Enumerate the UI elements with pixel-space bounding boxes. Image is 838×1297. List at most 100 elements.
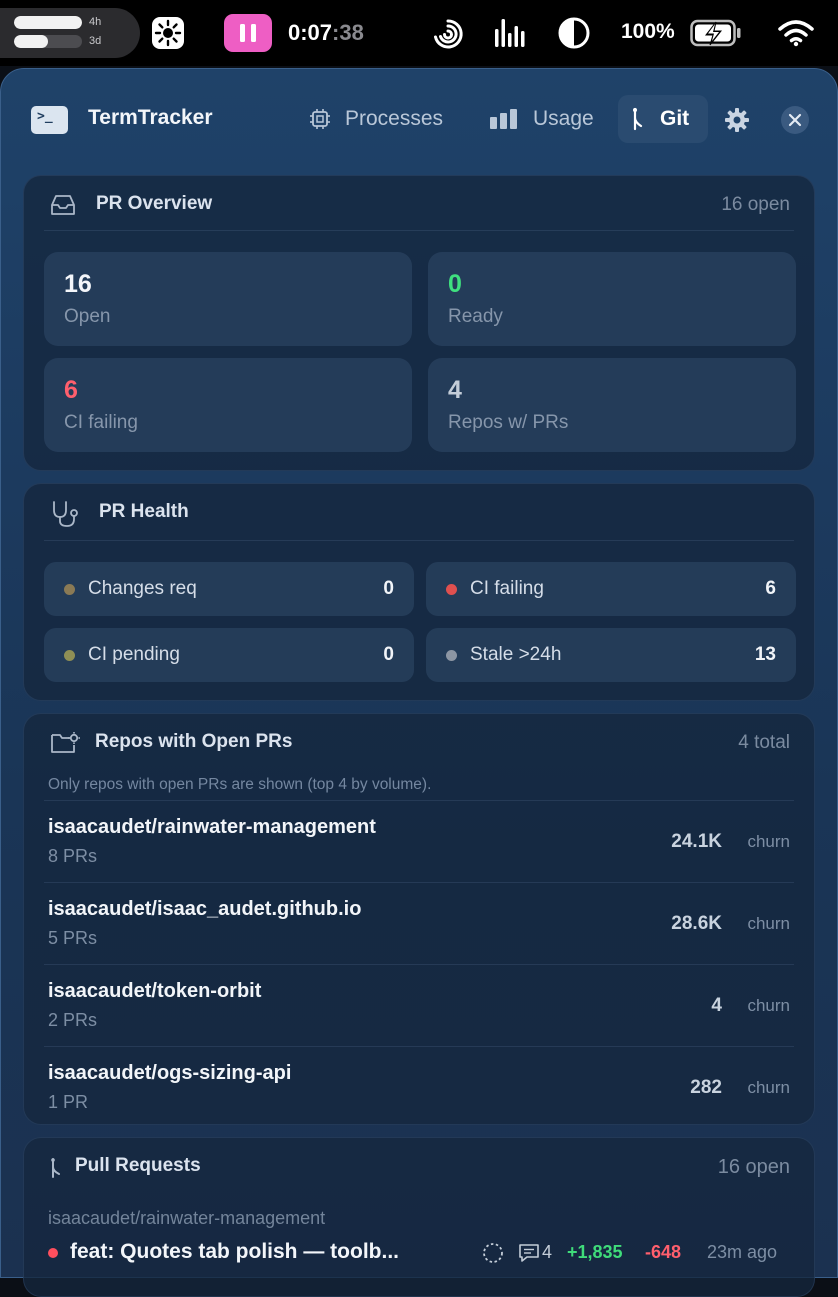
equalizer-icon[interactable] xyxy=(494,17,528,49)
stat-label: CI failing xyxy=(64,412,138,433)
status-dot xyxy=(446,650,457,661)
timer-readout[interactable]: 0:07:38 xyxy=(288,20,364,46)
tab-git[interactable]: Git xyxy=(618,95,708,143)
stat-ci-failing[interactable]: 6 CI failing xyxy=(44,358,412,452)
repo-churn-value: 4 xyxy=(711,995,722,1016)
stat-value: 4 xyxy=(448,376,462,404)
card-title: PR Overview xyxy=(96,193,213,214)
card-title: Repos with Open PRs xyxy=(95,731,293,752)
repo-name: isaacaudet/isaac_audet.github.io xyxy=(48,898,362,920)
pr-overview-card: PR Overview 16 open 16 Open 0 Ready 6 CI… xyxy=(23,175,815,471)
repo-pr-count: 2 PRs xyxy=(48,1010,98,1030)
stat-value: 0 xyxy=(448,270,462,298)
sun-widget-icon[interactable] xyxy=(151,16,185,50)
pr-comment-count: 4 xyxy=(542,1242,553,1262)
folder-settings-icon xyxy=(51,732,80,753)
repo-churn-value: 28.6K xyxy=(671,913,722,934)
tab-usage[interactable]: Usage xyxy=(477,95,606,143)
repo-churn-label: churn xyxy=(747,832,790,851)
close-icon[interactable] xyxy=(780,105,810,135)
timer-seconds: :38 xyxy=(332,20,364,45)
card-header: PR Overview 16 open xyxy=(24,176,814,232)
pr-deletions: -648 xyxy=(645,1242,682,1262)
usage-widget[interactable]: 4h 3d xyxy=(0,8,140,58)
health-changes-requested[interactable]: Changes req 0 xyxy=(44,562,414,616)
battery-percent: 100% xyxy=(621,20,675,43)
health-label: CI pending xyxy=(88,644,180,665)
status-dot xyxy=(446,584,457,595)
bar-chart-icon xyxy=(490,109,517,129)
pull-requests-card: Pull Requests 16 open isaacaudet/rainwat… xyxy=(23,1137,815,1297)
stat-repos[interactable]: 4 Repos w/ PRs xyxy=(428,358,796,452)
health-ci-failing[interactable]: CI failing 6 xyxy=(426,562,796,616)
divider xyxy=(44,540,794,541)
pull-request-row[interactable]: feat: Quotes tab polish — toolb... 4 +1,… xyxy=(24,1236,814,1270)
pending-check-icon xyxy=(483,1243,503,1263)
stat-open[interactable]: 16 Open xyxy=(44,252,412,346)
status-dot xyxy=(64,650,75,661)
git-branch-icon xyxy=(51,1158,60,1178)
stethoscope-icon xyxy=(53,501,78,527)
tab-processes-label: Processes xyxy=(345,107,444,130)
tab-git-label: Git xyxy=(660,107,690,130)
health-value: 0 xyxy=(383,578,394,599)
card-header: PR Health xyxy=(24,484,814,540)
menu-bar: 4h 3d 0:07:38 100% xyxy=(0,0,838,66)
stat-ready[interactable]: 0 Ready xyxy=(428,252,796,346)
tab-processes[interactable]: Processes xyxy=(297,95,455,143)
pr-title: feat: Quotes tab polish — toolb... xyxy=(70,1240,399,1263)
card-title: Pull Requests xyxy=(75,1155,201,1176)
pr-age: 23m ago xyxy=(707,1242,778,1262)
pr-health-card: PR Health Changes req 0 CI failing 6 CI … xyxy=(23,483,815,701)
repo-churn-label: churn xyxy=(747,914,790,933)
stat-value: 6 xyxy=(64,376,78,404)
stat-label: Repos w/ PRs xyxy=(448,412,569,433)
health-stale[interactable]: Stale >24h 13 xyxy=(426,628,796,682)
card-meta: 4 total xyxy=(738,732,790,753)
repo-pr-count: 1 PR xyxy=(48,1092,89,1112)
health-value: 13 xyxy=(754,644,776,665)
settings-gear-icon[interactable] xyxy=(724,107,750,133)
card-header: Repos with Open PRs 4 total xyxy=(24,714,814,770)
wifi-icon[interactable] xyxy=(778,19,814,47)
stat-label: Open xyxy=(64,306,111,327)
comment-icon xyxy=(519,1244,539,1262)
repo-name: isaacaudet/ogs-sizing-api xyxy=(48,1062,292,1084)
status-dot xyxy=(64,584,75,595)
repo-churn-label: churn xyxy=(747,996,790,1015)
repo-churn-value: 282 xyxy=(690,1077,722,1098)
repo-pr-count: 5 PRs xyxy=(48,928,98,948)
repo-name: isaacaudet/token-orbit xyxy=(48,980,262,1002)
stat-label: Ready xyxy=(448,306,503,327)
repo-row[interactable]: isaacaudet/ogs-sizing-api 1 PR 282 churn xyxy=(24,1046,814,1128)
termtracker-panel: >_ TermTracker Processes Usage Git PR Ov… xyxy=(0,68,838,1297)
contrast-icon[interactable] xyxy=(558,17,590,49)
usage-bar-4h xyxy=(14,16,82,29)
repos-card: Repos with Open PRs 4 total Only repos w… xyxy=(23,713,815,1125)
terminal-logo-icon: >_ xyxy=(31,106,68,134)
health-ci-pending[interactable]: CI pending 0 xyxy=(44,628,414,682)
pr-group-repo: isaacaudet/rainwater-management xyxy=(48,1208,326,1228)
usage-bar-label: 3d xyxy=(89,35,102,47)
repo-row[interactable]: isaacaudet/isaac_audet.github.io 5 PRs 2… xyxy=(24,882,814,964)
battery-charging-icon[interactable] xyxy=(690,19,742,47)
swirl-icon[interactable] xyxy=(431,17,465,51)
card-meta: 16 open xyxy=(721,194,790,215)
repo-churn-label: churn xyxy=(747,1078,790,1097)
divider xyxy=(44,230,794,231)
pause-icon[interactable] xyxy=(224,14,272,52)
health-value: 6 xyxy=(765,578,776,599)
app-title: TermTracker xyxy=(88,106,213,129)
usage-bar-label: 4h xyxy=(89,16,102,28)
repo-name: isaacaudet/rainwater-management xyxy=(48,816,376,838)
git-branch-icon xyxy=(633,107,643,131)
repo-pr-count: 8 PRs xyxy=(48,846,98,866)
repo-row[interactable]: isaacaudet/rainwater-management 8 PRs 24… xyxy=(24,800,814,882)
timer-main: 0:07 xyxy=(288,20,333,45)
card-header: Pull Requests 16 open xyxy=(24,1138,814,1194)
pr-status-dot xyxy=(48,1248,58,1258)
pr-additions: +1,835 xyxy=(567,1242,623,1262)
repo-row[interactable]: isaacaudet/token-orbit 2 PRs 4 churn xyxy=(24,964,814,1046)
app-header: >_ TermTracker Processes Usage Git xyxy=(1,69,837,169)
inbox-icon xyxy=(51,195,75,215)
